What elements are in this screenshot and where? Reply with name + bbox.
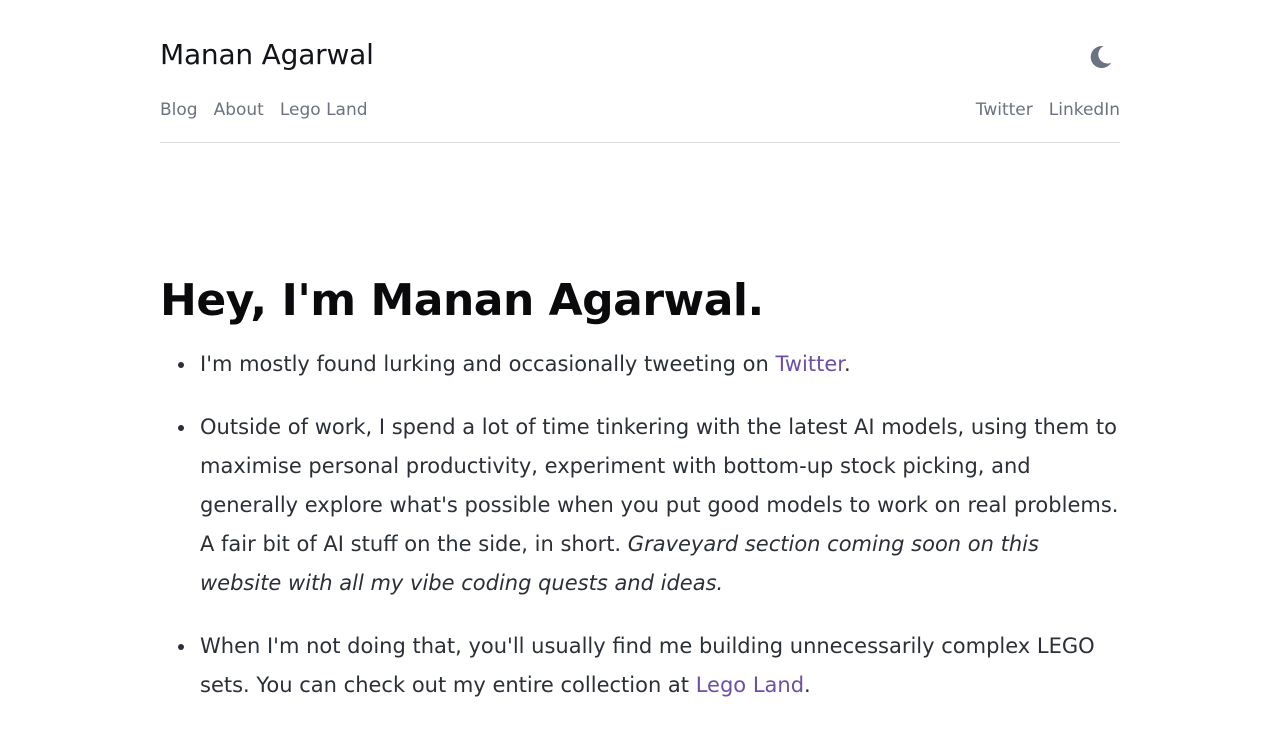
moon-icon [1090,46,1112,69]
nav-link-twitter[interactable]: Twitter [976,100,1033,120]
list-item: Outside of work, I spend a lot of time t… [178,408,1120,603]
list-item: I'm mostly found lurking and occasionall… [178,345,1120,384]
nav-link-lego-land[interactable]: Lego Land [280,100,368,120]
nav-link-linkedin[interactable]: LinkedIn [1049,100,1120,120]
bullet-marker [178,425,184,431]
lego-land-link[interactable]: Lego Land [696,673,804,697]
bullet-text: I'm mostly found lurking and occasionall… [200,352,776,376]
twitter-link[interactable]: Twitter [776,352,844,376]
nav-link-about[interactable]: About [214,100,264,120]
list-item: When I'm not doing that, you'll usually … [178,627,1120,705]
theme-toggle-button[interactable] [1086,43,1114,71]
primary-nav: Blog About Lego Land [160,100,368,120]
bullet-text: When I'm not doing that, you'll usually … [200,634,1095,697]
site-title[interactable]: Manan Agarwal [160,38,374,71]
bullet-marker [178,644,184,650]
social-nav: Twitter LinkedIn [976,100,1120,120]
intro-list: I'm mostly found lurking and occasionall… [160,345,1120,729]
nav-link-blog[interactable]: Blog [160,100,198,120]
bullet-text-end: . [804,673,811,697]
site-header: Manan Agarwal Blog About Lego Land Twitt… [160,0,1120,143]
bullet-text-end: . [843,352,851,376]
page-container: Manan Agarwal Blog About Lego Land Twitt… [160,0,1120,697]
bullet-marker [178,362,184,368]
page-headline: Hey, I'm Manan Agarwal. [160,275,764,326]
